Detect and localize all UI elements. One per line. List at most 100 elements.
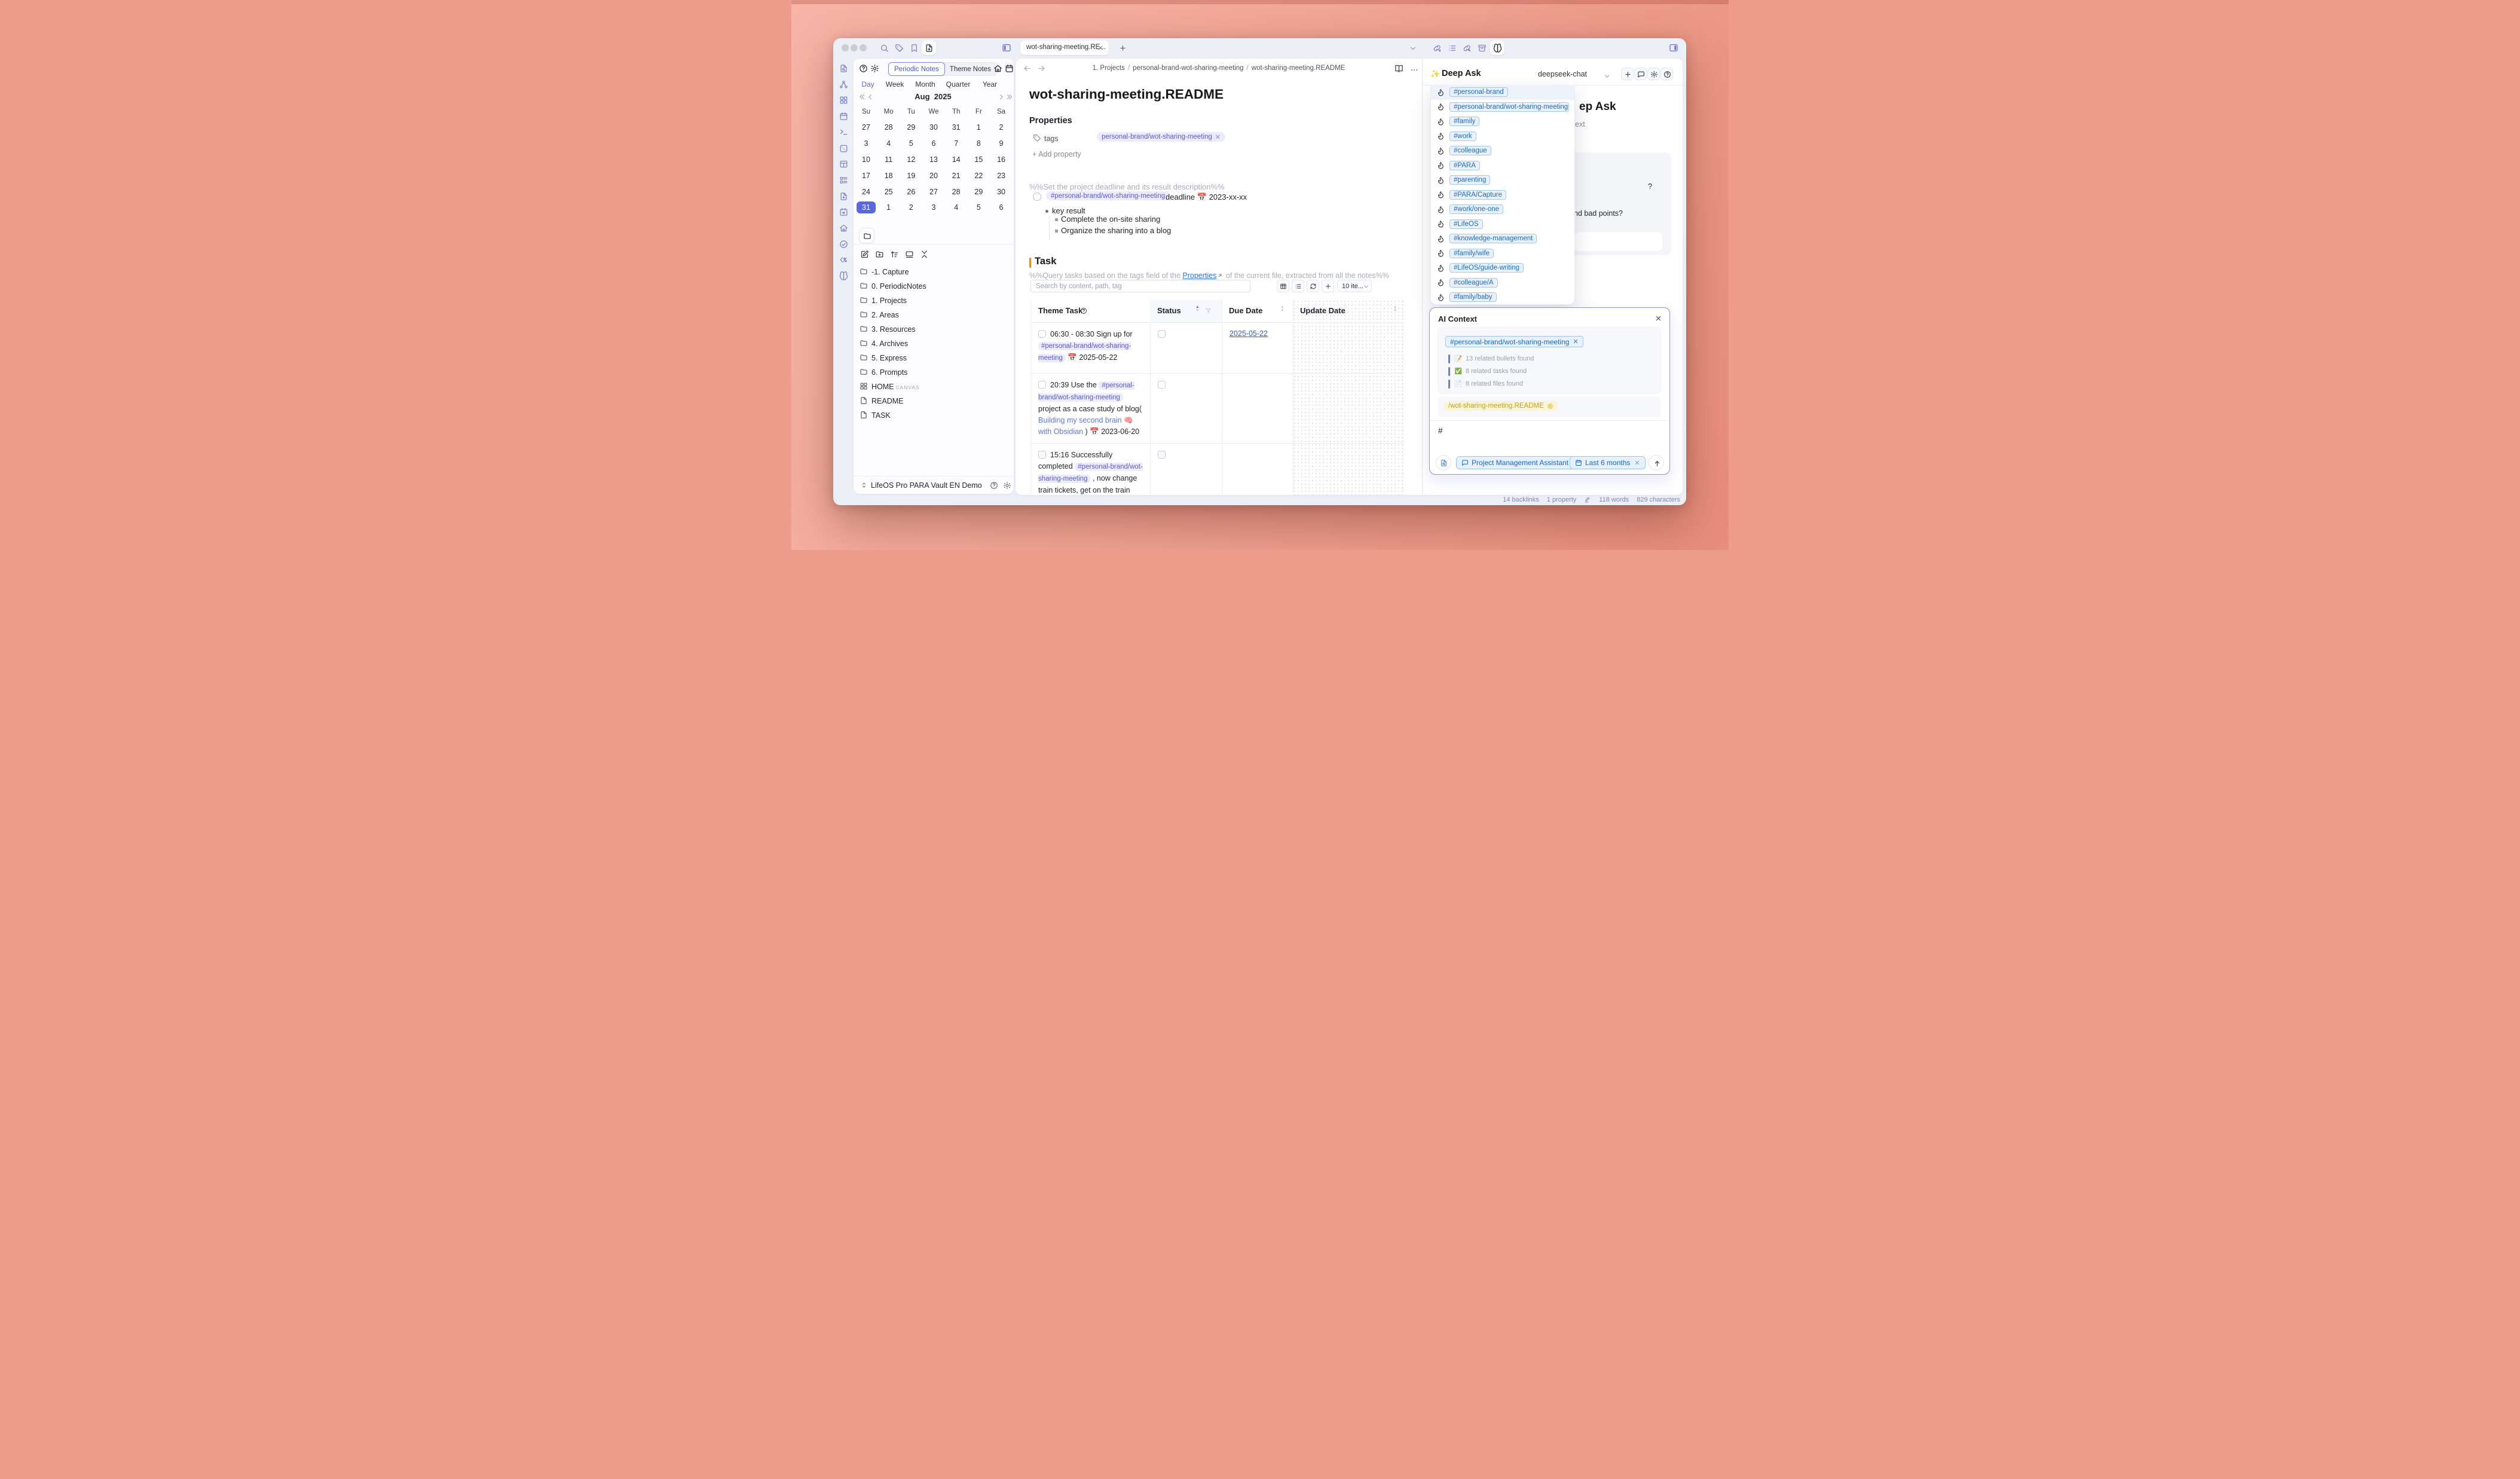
calendar-day[interactable]: 9 xyxy=(999,139,1004,148)
window-close-button[interactable] xyxy=(842,44,849,51)
calendar-day[interactable]: 4 xyxy=(886,139,891,148)
calendar-day[interactable]: 23 xyxy=(997,172,1005,180)
tag-menu-item[interactable]: #knowledge-management xyxy=(1431,231,1574,246)
calendar-day[interactable]: 21 xyxy=(952,172,961,180)
rail-calendar-icon[interactable] xyxy=(839,112,848,121)
status-checkbox[interactable] xyxy=(1158,330,1166,338)
model-select[interactable]: deepseek-chat xyxy=(1538,70,1587,78)
backlinks-count[interactable]: 14 backlinks xyxy=(1503,496,1539,503)
model-chevron-icon[interactable] xyxy=(1604,73,1610,80)
remove-tag-icon[interactable]: ✕ xyxy=(1215,133,1221,141)
calendar-day[interactable]: 5 xyxy=(909,139,913,148)
status-checkbox[interactable] xyxy=(1158,451,1166,459)
tag-menu-item[interactable]: #LifeOS/guide-writing xyxy=(1431,261,1574,276)
calendar-day[interactable]: 20 xyxy=(929,172,938,180)
calendar-day[interactable]: 8 xyxy=(977,139,981,148)
tag-menu-item[interactable]: #parenting xyxy=(1431,173,1574,188)
note-tag-pill[interactable]: #personal-brand/wot-sharing-meeting xyxy=(1046,191,1170,200)
remove-chip-icon[interactable]: ✕ xyxy=(1634,459,1640,467)
calendar-day[interactable]: 10 xyxy=(862,155,870,164)
calendar-settings-icon[interactable] xyxy=(870,64,879,73)
col-header-due-date[interactable]: Due Date xyxy=(1229,306,1262,315)
new-folder-icon[interactable] xyxy=(875,250,884,259)
assistant-mode-chip[interactable]: Project Management Assistant✕ xyxy=(1456,456,1583,469)
inline-tag-pill[interactable]: #personal-brand/wot-sharing-meeting xyxy=(1038,381,1134,402)
calendar-day[interactable]: 6 xyxy=(932,139,936,148)
toggle-right-sidebar-icon[interactable] xyxy=(1669,43,1678,53)
tree-item[interactable]: 2. Areas xyxy=(854,308,1014,322)
theme-task-cell[interactable]: 06:30 - 08:30 Sign up for #personal-bran… xyxy=(1038,329,1143,364)
rail-check-circle-icon[interactable] xyxy=(839,240,848,249)
tree-item[interactable]: 3. Resources xyxy=(854,322,1014,337)
rail-layout-grid-icon[interactable] xyxy=(839,96,848,105)
bookmark-icon[interactable] xyxy=(910,44,919,53)
tab-theme-notes[interactable]: Theme Notes xyxy=(944,63,996,75)
new-note-icon[interactable] xyxy=(860,250,869,259)
tag-menu-item[interactable]: #PARA/Capture xyxy=(1431,188,1574,203)
rail-dice-icon[interactable] xyxy=(839,144,848,153)
calendar-day[interactable]: 22 xyxy=(974,172,983,180)
next-month-icon[interactable] xyxy=(998,93,1005,100)
tag-menu-item[interactable]: #family xyxy=(1431,114,1574,129)
forward-icon[interactable] xyxy=(1037,64,1046,73)
calendar-day[interactable]: 16 xyxy=(997,155,1005,164)
status-checkbox[interactable] xyxy=(1158,381,1166,389)
view-tab-year[interactable]: Year xyxy=(983,80,997,88)
calendar-day[interactable]: 12 xyxy=(907,155,915,164)
more-options-icon[interactable] xyxy=(1410,66,1418,74)
calendar-day[interactable]: 3 xyxy=(932,203,936,212)
col-header-update-date[interactable]: Update Date xyxy=(1300,306,1345,315)
tree-item[interactable]: 1. Projects xyxy=(854,294,1014,308)
collapse-all-icon[interactable] xyxy=(920,250,929,259)
calendar-day[interactable]: 1 xyxy=(977,123,981,132)
backlinks-icon[interactable] xyxy=(1463,44,1472,53)
theme-task-cell[interactable]: 15:16 Successfully completed #personal-b… xyxy=(1038,450,1143,495)
calendar-icon[interactable] xyxy=(1005,64,1014,73)
tab-close-icon[interactable] xyxy=(1097,44,1104,51)
tag-menu-item[interactable]: #personal-brand/wot-sharing-meeting xyxy=(1431,100,1574,115)
task-checkbox[interactable] xyxy=(1033,192,1041,201)
rail-calendar-heart-icon[interactable] xyxy=(839,207,848,216)
assistant-help-button[interactable] xyxy=(1660,68,1673,80)
task-checkbox[interactable] xyxy=(1038,451,1046,459)
task-checkbox[interactable] xyxy=(1038,330,1046,338)
theme-task-cell[interactable]: 20:39 Use the #personal-brand/wot-sharin… xyxy=(1038,380,1143,438)
calendar-day[interactable]: 6 xyxy=(999,203,1004,212)
calendar-day[interactable]: 2 xyxy=(909,203,913,212)
add-task-button[interactable] xyxy=(1322,280,1334,292)
tree-item[interactable]: 5. Express xyxy=(854,351,1014,365)
settings-icon[interactable] xyxy=(1003,481,1011,490)
property-count[interactable]: 1 property xyxy=(1547,496,1577,503)
new-chat-button[interactable] xyxy=(1621,68,1634,80)
col-header-status[interactable]: Status xyxy=(1157,306,1181,315)
calendar-day[interactable]: 14 xyxy=(952,155,961,164)
properties-heading[interactable]: Properties xyxy=(1029,116,1072,126)
month-label[interactable]: Aug 2025 xyxy=(915,92,951,101)
new-tab-icon[interactable] xyxy=(1119,44,1127,52)
calendar-day[interactable]: 30 xyxy=(929,123,938,132)
status-cell[interactable] xyxy=(1158,381,1166,392)
view-tab-quarter[interactable]: Quarter xyxy=(946,80,971,88)
tree-item[interactable]: TASK xyxy=(854,408,1014,423)
calendar-day[interactable]: 17 xyxy=(862,172,870,180)
tab[interactable]: wot-sharing-meeting.RE... xyxy=(1020,41,1109,55)
tag-menu-item[interactable]: #colleague/A xyxy=(1431,276,1574,291)
tag-menu-item[interactable]: #PARA xyxy=(1431,158,1574,173)
context-search-button[interactable] xyxy=(1436,455,1451,470)
calendar-day[interactable]: 28 xyxy=(885,123,893,132)
calendar-day[interactable]: 3 xyxy=(864,139,868,148)
assistant-settings-button[interactable] xyxy=(1647,68,1660,80)
sort-arrows[interactable]: ▲▼ xyxy=(1280,305,1284,313)
tag-menu-item[interactable]: #family/baby xyxy=(1431,290,1574,305)
tree-item[interactable]: 4. Archives xyxy=(854,337,1014,351)
chat-history-button[interactable] xyxy=(1634,68,1647,80)
rail-file-plus-icon[interactable] xyxy=(839,192,848,201)
context-tag-pill[interactable]: #personal-brand/wot-sharing-meeting✕ xyxy=(1445,336,1583,347)
inline-tag-pill[interactable]: #personal-brand/wot-sharing-meeting xyxy=(1038,463,1143,483)
calendar-day[interactable]: 5 xyxy=(977,203,981,212)
calendar-day[interactable]: 1 xyxy=(886,203,891,212)
chat-input[interactable]: # xyxy=(1438,426,1443,435)
sort-arrows[interactable]: ▲▼ xyxy=(1195,305,1199,313)
calendar-day[interactable]: 29 xyxy=(907,123,915,132)
tree-item[interactable]: 0. PeriodicNotes xyxy=(854,279,1014,294)
